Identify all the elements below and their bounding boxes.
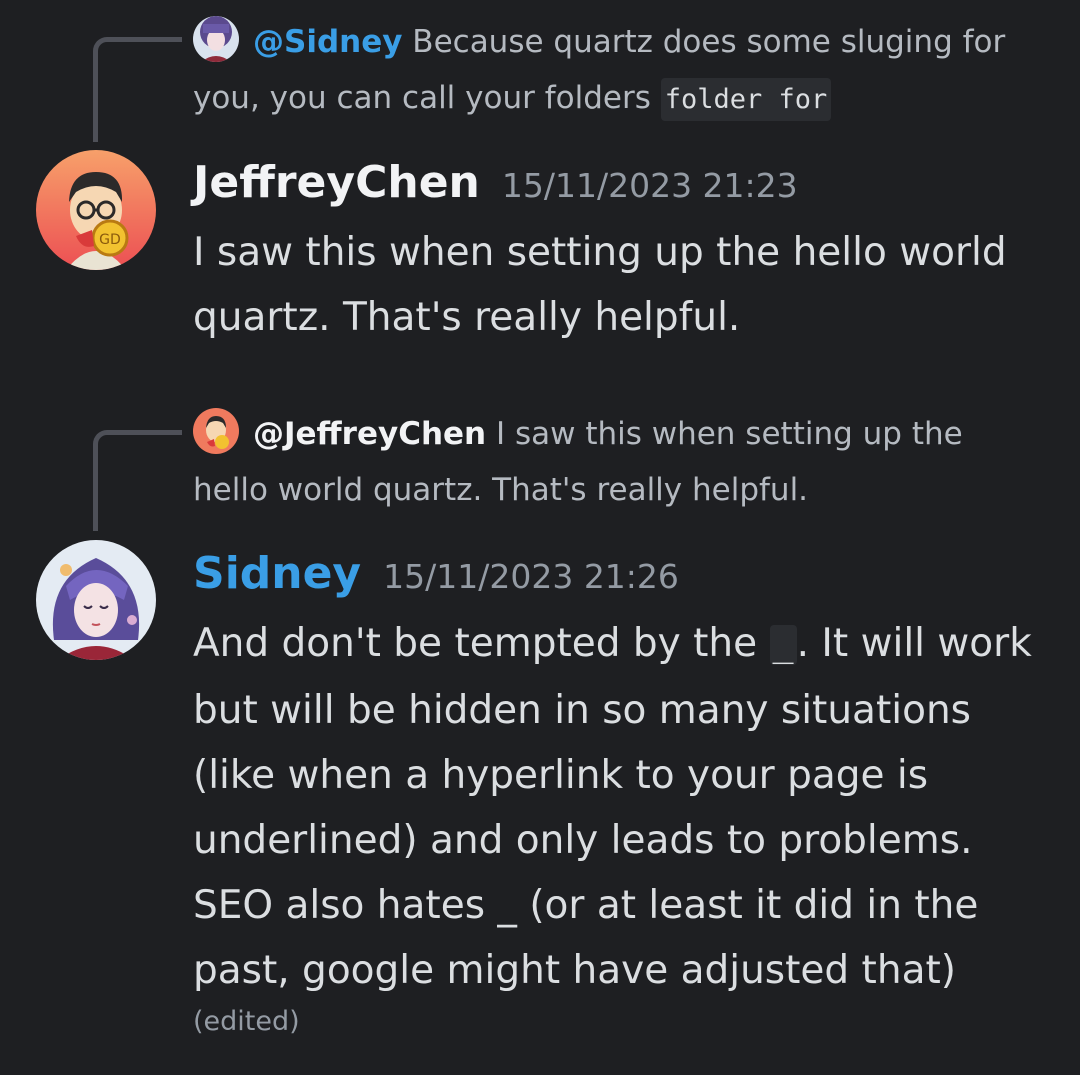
content-text: . It will work but will be hidden in so … (193, 621, 1032, 993)
svg-text:GD: GD (99, 232, 121, 248)
reply-mention[interactable]: @Sidney (253, 24, 402, 60)
reply-connector (93, 430, 182, 531)
reply-avatar-sidney[interactable] (193, 16, 239, 62)
message-header: JeffreyChen 15/11/2023 21:23 (193, 157, 798, 208)
edited-label: (edited) (193, 1006, 300, 1037)
message-content: And don't be tempted by the _. It will w… (193, 611, 1053, 1003)
timestamp[interactable]: 15/11/2023 21:23 (502, 166, 798, 205)
anime-girl-avatar-icon (193, 16, 239, 62)
reply-preview[interactable]: @Sidney Because quartz does some sluging… (193, 14, 1013, 128)
avatar-jeffreychen[interactable]: GD (36, 150, 156, 270)
cartoon-man-avatar-icon: GD (36, 150, 156, 270)
anime-girl-avatar-icon (36, 540, 156, 660)
cartoon-man-avatar-icon (193, 408, 239, 454)
timestamp[interactable]: 15/11/2023 21:26 (383, 557, 679, 596)
inline-code: _ (769, 625, 797, 665)
username[interactable]: Sidney (193, 548, 361, 599)
message-content: I saw this when setting up the hello wor… (193, 230, 1007, 340)
reply-mention[interactable]: @JeffreyChen (253, 416, 486, 452)
username[interactable]: JeffreyChen (193, 157, 480, 208)
message-header: Sidney 15/11/2023 21:26 (193, 548, 679, 599)
reply-preview[interactable]: @JeffreyChen I saw this when setting up … (193, 406, 1013, 518)
content-text: And don't be tempted by the (193, 621, 770, 666)
reply-avatar-jeffreychen[interactable] (193, 408, 239, 454)
avatar-sidney[interactable] (36, 540, 156, 660)
reply-connector (93, 37, 182, 142)
reply-inline-code: folder for (660, 78, 832, 121)
